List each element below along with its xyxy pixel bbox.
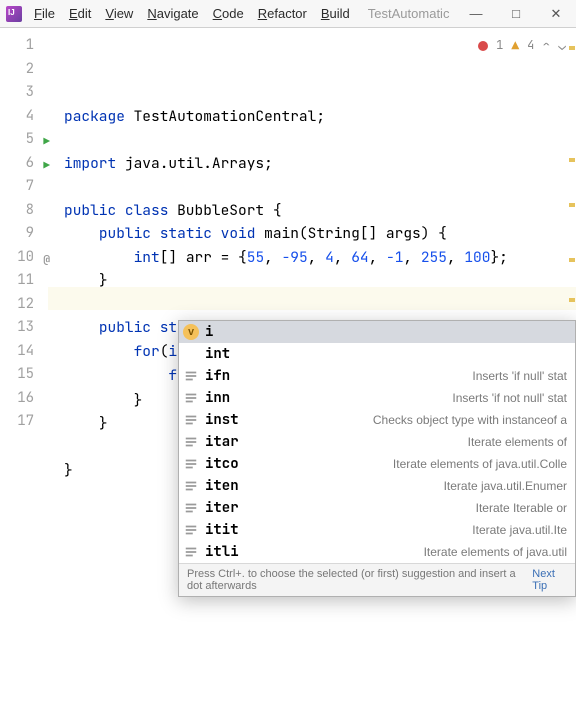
completion-key: inn bbox=[205, 389, 230, 407]
menu-refactor[interactable]: Refactor bbox=[252, 2, 313, 25]
inspection-badges[interactable]: 1 ▲ 4 ⌃ ⌄ bbox=[478, 34, 566, 58]
completion-desc: Checks object type with instanceof a bbox=[373, 413, 567, 427]
gutter: 1 2 3 4 5▶ 6▶ 7 8 9 10@ 11 12 13 14 15 1… bbox=[0, 28, 48, 720]
app-icon bbox=[6, 6, 22, 22]
completion-key: iter bbox=[205, 499, 239, 517]
line-number: 5▶ bbox=[0, 128, 48, 152]
window-controls: — □ ✕ bbox=[456, 0, 576, 28]
line-number: 10@ bbox=[0, 246, 48, 270]
line-number: 3 bbox=[0, 81, 48, 105]
completion-key: inst bbox=[205, 411, 239, 429]
menu-file[interactable]: File bbox=[28, 2, 61, 25]
completion-key: itar bbox=[205, 433, 239, 451]
menu-code[interactable]: Code bbox=[207, 2, 250, 25]
menu-bar: File Edit View Navigate Code Refactor Bu… bbox=[28, 2, 356, 25]
completion-item[interactable]: itit Iterate java.util.Ite bbox=[179, 519, 575, 541]
completion-key: iten bbox=[205, 477, 239, 495]
minimize-button[interactable]: — bbox=[456, 0, 496, 28]
line-number: 1 bbox=[0, 34, 48, 58]
line-number: 8 bbox=[0, 199, 48, 223]
completion-key: ifn bbox=[205, 367, 230, 385]
completion-desc: Iterate java.util.Ite bbox=[472, 523, 567, 537]
template-icon bbox=[183, 500, 199, 516]
completion-desc: Iterate elements of bbox=[468, 435, 567, 449]
completion-item[interactable]: ifn Inserts 'if null' stat bbox=[179, 365, 575, 387]
line-number: 9 bbox=[0, 222, 48, 246]
stripe-warning[interactable] bbox=[569, 203, 575, 207]
line-number: 17 bbox=[0, 410, 48, 434]
template-icon bbox=[183, 390, 199, 406]
completion-key: itco bbox=[205, 455, 239, 473]
variable-icon: v bbox=[183, 324, 199, 340]
completion-desc: Iterate elements of java.util bbox=[424, 545, 567, 559]
menu-build[interactable]: Build bbox=[315, 2, 356, 25]
template-icon bbox=[183, 544, 199, 560]
line-number: 12 bbox=[0, 293, 48, 317]
warning-icon[interactable]: ▲ bbox=[511, 34, 519, 58]
template-icon bbox=[183, 478, 199, 494]
completion-item[interactable]: iter Iterate Iterable or bbox=[179, 497, 575, 519]
template-icon bbox=[183, 434, 199, 450]
line-number: 15 bbox=[0, 363, 48, 387]
template-icon bbox=[183, 412, 199, 428]
line-number: 11 bbox=[0, 269, 48, 293]
next-tip-link[interactable]: Next Tip bbox=[532, 568, 567, 592]
error-count: 1 bbox=[496, 34, 503, 58]
completion-key: itit bbox=[205, 521, 239, 539]
line-number: 2 bbox=[0, 58, 48, 82]
warning-count: 4 bbox=[527, 34, 534, 58]
completion-item[interactable]: int bbox=[179, 343, 575, 365]
close-button[interactable]: ✕ bbox=[536, 0, 576, 28]
line-number: 7 bbox=[0, 175, 48, 199]
completion-footer: Press Ctrl+. to choose the selected (or … bbox=[179, 563, 575, 596]
completion-key: itli bbox=[205, 543, 239, 561]
stripe-warning[interactable] bbox=[569, 258, 575, 262]
template-icon bbox=[183, 368, 199, 384]
completion-desc: Iterate elements of java.util.Colle bbox=[393, 457, 567, 471]
completion-desc: Inserts 'if not null' stat bbox=[452, 391, 567, 405]
titlebar: File Edit View Navigate Code Refactor Bu… bbox=[0, 0, 576, 28]
completion-item[interactable]: itco Iterate elements of java.util.Colle bbox=[179, 453, 575, 475]
completion-key: i bbox=[205, 323, 213, 341]
line-number: 14 bbox=[0, 340, 48, 364]
completion-item[interactable]: itar Iterate elements of bbox=[179, 431, 575, 453]
template-icon bbox=[183, 522, 199, 538]
completion-key: int bbox=[205, 345, 230, 363]
line-number: 13 bbox=[0, 316, 48, 340]
prev-highlight-icon[interactable]: ⌃ bbox=[542, 34, 550, 58]
next-highlight-icon[interactable]: ⌄ bbox=[558, 34, 566, 58]
completion-item[interactable]: itli Iterate elements of java.util bbox=[179, 541, 575, 563]
completion-item[interactable]: vi bbox=[179, 321, 575, 343]
completion-hint: Press Ctrl+. to choose the selected (or … bbox=[187, 568, 532, 592]
stripe-warning[interactable] bbox=[569, 298, 575, 302]
maximize-button[interactable]: □ bbox=[496, 0, 536, 28]
menu-navigate[interactable]: Navigate bbox=[141, 2, 204, 25]
open-file-tab[interactable]: TestAutomatic bbox=[368, 6, 450, 21]
line-number: 4 bbox=[0, 105, 48, 129]
menu-edit[interactable]: Edit bbox=[63, 2, 97, 25]
menu-view[interactable]: View bbox=[99, 2, 139, 25]
stripe-warning[interactable] bbox=[569, 158, 575, 162]
error-icon[interactable] bbox=[478, 41, 488, 51]
blank-icon bbox=[183, 346, 199, 362]
template-icon bbox=[183, 456, 199, 472]
line-number: 16 bbox=[0, 387, 48, 411]
completion-item[interactable]: iten Iterate java.util.Enumer bbox=[179, 475, 575, 497]
completion-desc: Iterate Iterable or bbox=[476, 501, 567, 515]
completion-item[interactable]: inst Checks object type with instanceof a bbox=[179, 409, 575, 431]
completion-item[interactable]: inn Inserts 'if not null' stat bbox=[179, 387, 575, 409]
completion-desc: Inserts 'if null' stat bbox=[472, 369, 567, 383]
completion-desc: Iterate java.util.Enumer bbox=[444, 479, 567, 493]
line-number: 6▶ bbox=[0, 152, 48, 176]
stripe-warning[interactable] bbox=[569, 46, 575, 50]
completion-popup: vi int ifn Inserts 'if null' stat inn Inserts… bbox=[178, 320, 576, 597]
